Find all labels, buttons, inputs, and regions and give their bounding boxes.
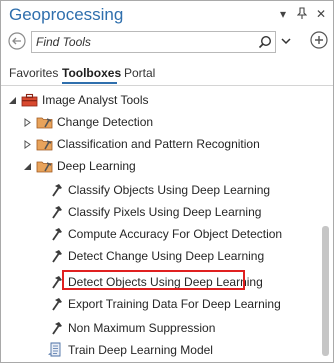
tree-item-label: Compute Accuracy For Object Detection <box>68 227 283 241</box>
tab-favorites[interactable]: Favorites <box>9 66 58 80</box>
toolbox-tree: Image Analyst Tools Change Detection Cla… <box>1 86 317 362</box>
tree-item-label: Classify Objects Using Deep Learning <box>68 183 271 197</box>
hammer-icon <box>47 248 64 264</box>
scrollbar-thumb[interactable] <box>322 226 329 356</box>
tab-toolboxes[interactable]: Toolboxes <box>62 66 121 80</box>
toolset-icon <box>36 136 53 152</box>
hammer-icon <box>47 182 64 198</box>
active-tab-indicator <box>62 82 117 84</box>
tree-item-deep-learning[interactable]: Deep Learning <box>21 155 136 177</box>
search-input[interactable] <box>36 32 236 52</box>
tree-item-tool[interactable]: Compute Accuracy For Object Detection <box>47 223 282 245</box>
tree-item-label: Deep Learning <box>57 159 136 173</box>
tab-portal[interactable]: Portal <box>124 66 155 80</box>
tree-item-label: Classify Pixels Using Deep Learning <box>68 205 262 219</box>
tree-item-label: Detect Change Using Deep Learning <box>68 249 265 263</box>
back-arrow-icon[interactable] <box>8 32 26 50</box>
tree-item-label: Classification and Pattern Recognition <box>57 137 260 151</box>
hammer-icon <box>47 226 64 242</box>
search-icon[interactable] <box>258 35 272 49</box>
tree-item-tool[interactable]: Classify Pixels Using Deep Learning <box>47 201 261 223</box>
script-icon <box>47 342 64 358</box>
tree-item-tool[interactable]: Detect Change Using Deep Learning <box>47 245 264 267</box>
title-controls: ▾ ✕ <box>277 7 327 22</box>
tree-item-change-detection[interactable]: Change Detection <box>21 111 153 133</box>
tree-item-label: Image Analyst Tools <box>42 93 149 107</box>
add-icon[interactable] <box>310 31 328 49</box>
highlight-box <box>62 270 245 290</box>
tree-item-label: Change Detection <box>57 115 154 129</box>
expand-triangle-icon[interactable] <box>21 116 33 128</box>
tree-item-classification-and-pattern-recognition[interactable]: Classification and Pattern Recognition <box>21 133 260 155</box>
close-icon[interactable]: ✕ <box>315 7 327 22</box>
tree-item-label: Non Maximum Suppression <box>68 321 216 335</box>
toolset-icon <box>36 114 53 130</box>
chevron-down-icon[interactable] <box>280 35 292 47</box>
pin-icon[interactable] <box>296 7 308 22</box>
tree-item-tool[interactable]: Classify Objects Using Deep Learning <box>47 179 270 201</box>
toolbox-icon <box>21 92 38 108</box>
tree-item-label: Train Deep Learning Model <box>68 343 213 357</box>
tree-item-script-tool[interactable]: Train Deep Learning Model <box>47 339 213 361</box>
hammer-icon <box>47 204 64 220</box>
pane-title: Geoprocessing <box>9 5 124 24</box>
options-dropdown-icon[interactable]: ▾ <box>277 7 289 22</box>
hammer-icon <box>47 296 64 312</box>
toolset-icon <box>36 158 53 174</box>
geoprocessing-pane: Geoprocessing ▾ ✕ Favorites Toolboxes Po… <box>0 0 334 363</box>
expand-triangle-icon[interactable] <box>21 138 33 150</box>
collapse-triangle-icon[interactable] <box>21 160 33 172</box>
tree-item-tool[interactable]: Non Maximum Suppression <box>47 317 215 339</box>
tree-item-label: Export Training Data For Deep Learning <box>68 297 281 311</box>
tree-item-tool[interactable]: Export Training Data For Deep Learning <box>47 293 281 315</box>
tab-strip: Favorites Toolboxes Portal <box>1 63 333 84</box>
tree-item-image-analyst-tools[interactable]: Image Analyst Tools <box>6 89 149 111</box>
vertical-scrollbar[interactable] <box>319 86 331 362</box>
find-tools-search-box[interactable] <box>31 31 276 53</box>
collapse-triangle-icon[interactable] <box>6 94 18 106</box>
hammer-icon <box>47 320 64 336</box>
